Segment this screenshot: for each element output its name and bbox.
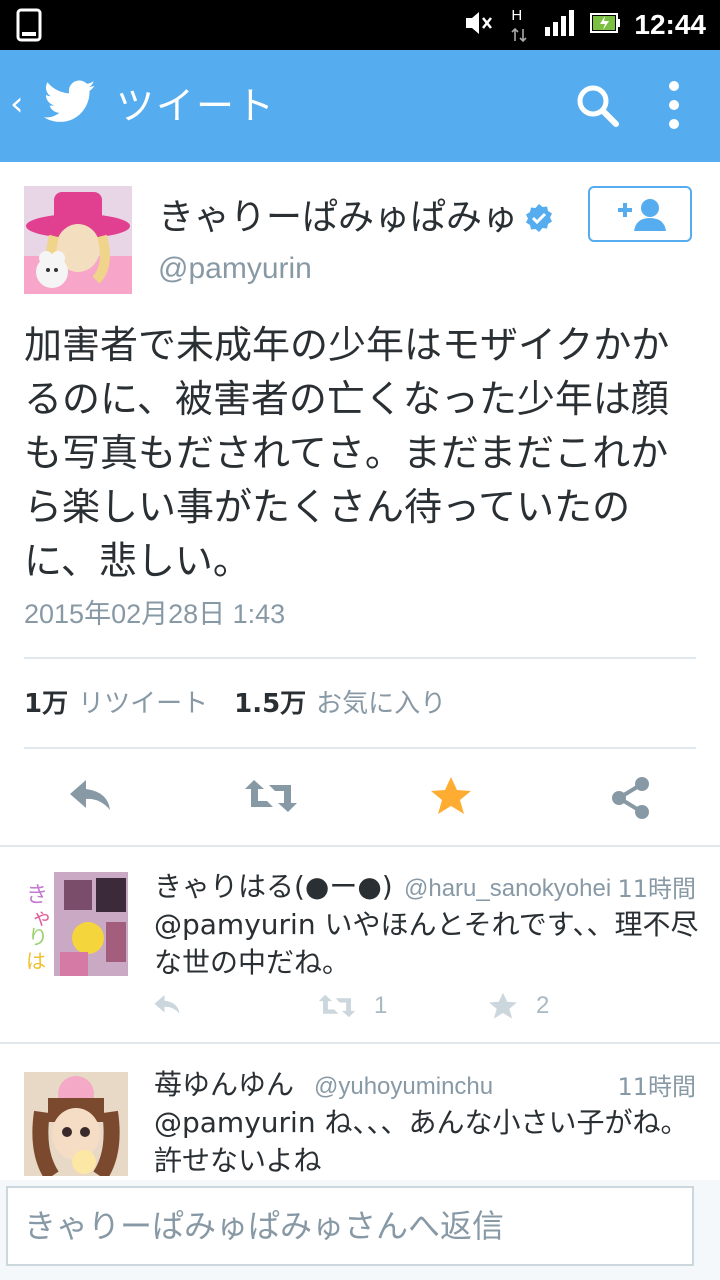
battery-icon xyxy=(590,12,621,38)
divider xyxy=(24,747,696,749)
reply-favorite-count: 2 xyxy=(536,992,550,1019)
divider xyxy=(0,845,720,847)
svg-text:は: は xyxy=(26,949,46,973)
reply-mention[interactable]: @pamyurin xyxy=(154,1106,316,1139)
author-avatar[interactable] xyxy=(24,186,132,294)
follow-button[interactable] xyxy=(588,186,692,242)
verified-badge-icon xyxy=(524,203,554,237)
reply-author-handle[interactable]: @haru_sanokyohei xyxy=(404,870,611,908)
retweet-icon xyxy=(318,994,356,1018)
favorite-count[interactable]: 1.5万 xyxy=(234,689,306,719)
status-bar: H 12:44 xyxy=(0,0,720,50)
mute-icon xyxy=(464,10,494,40)
page-title: ツイート xyxy=(116,84,277,128)
reply-author-handle[interactable]: @yuhoyuminchu xyxy=(314,1068,493,1106)
tweet-stats: 1万 リツイート 1.5万 お気に入り xyxy=(24,686,446,722)
tweet-text: 加害者で未成年の少年はモザイクかかるのに、被害者の亡くなった少年は顔も写真もださ… xyxy=(24,323,670,583)
reply-avatar[interactable] xyxy=(24,1072,128,1176)
reply-icon xyxy=(154,995,180,1014)
svg-text:り: り xyxy=(28,925,48,949)
app-bar: ‹ ツイート xyxy=(0,50,720,162)
twitter-bird-icon[interactable] xyxy=(43,80,96,128)
more-icon[interactable] xyxy=(668,80,680,134)
reply-timestamp: 11時間 xyxy=(617,875,696,903)
reply-retweet-button[interactable]: 1 xyxy=(318,992,387,1020)
retweet-label[interactable]: リツイート xyxy=(78,689,208,719)
reply-author-name[interactable]: きゃりはる(●ー●) xyxy=(154,868,393,906)
add-user-icon xyxy=(618,199,666,231)
favorite-label[interactable]: お気に入り xyxy=(316,689,446,719)
reply-text: @pamyurin ね、、、あんな小さい子がね。許せないよね xyxy=(154,1106,689,1177)
signal-icon xyxy=(544,9,576,41)
tweet-timestamp: 2015年02月28日 1:43 xyxy=(24,599,286,629)
back-icon[interactable]: ‹ xyxy=(10,84,24,124)
search-icon[interactable] xyxy=(576,84,620,132)
reply-favorite-button[interactable]: 2 xyxy=(488,992,549,1020)
retweet-count[interactable]: 1万 xyxy=(24,689,68,719)
favorite-star-icon[interactable] xyxy=(430,776,474,820)
reply-reply-button[interactable] xyxy=(152,992,182,1018)
reply-avatar[interactable]: き ゃ り は xyxy=(24,872,128,976)
reply-author-name[interactable]: 苺ゆんゆん xyxy=(154,1066,294,1104)
retweet-icon[interactable] xyxy=(244,776,297,820)
reply-text: @pamyurin いやほんとそれです、、理不尽な世の中だね。 xyxy=(154,908,699,979)
reply-retweet-count: 1 xyxy=(374,992,388,1019)
share-icon[interactable] xyxy=(610,776,654,820)
divider xyxy=(24,657,696,659)
star-icon xyxy=(489,992,517,1019)
reply-icon[interactable] xyxy=(66,776,110,820)
reply-mention[interactable]: @pamyurin xyxy=(154,908,316,941)
author-handle[interactable]: @pamyurin xyxy=(158,250,312,288)
device-icon xyxy=(16,8,42,46)
clock: 12:44 xyxy=(634,9,706,40)
author-name[interactable]: きゃりーぱみゅぱみゅ xyxy=(158,194,518,242)
reply-timestamp: 11時間 xyxy=(617,1073,696,1101)
reply-input[interactable] xyxy=(6,1186,694,1266)
network-type-indicator: H xyxy=(508,5,530,45)
divider xyxy=(0,1042,720,1044)
